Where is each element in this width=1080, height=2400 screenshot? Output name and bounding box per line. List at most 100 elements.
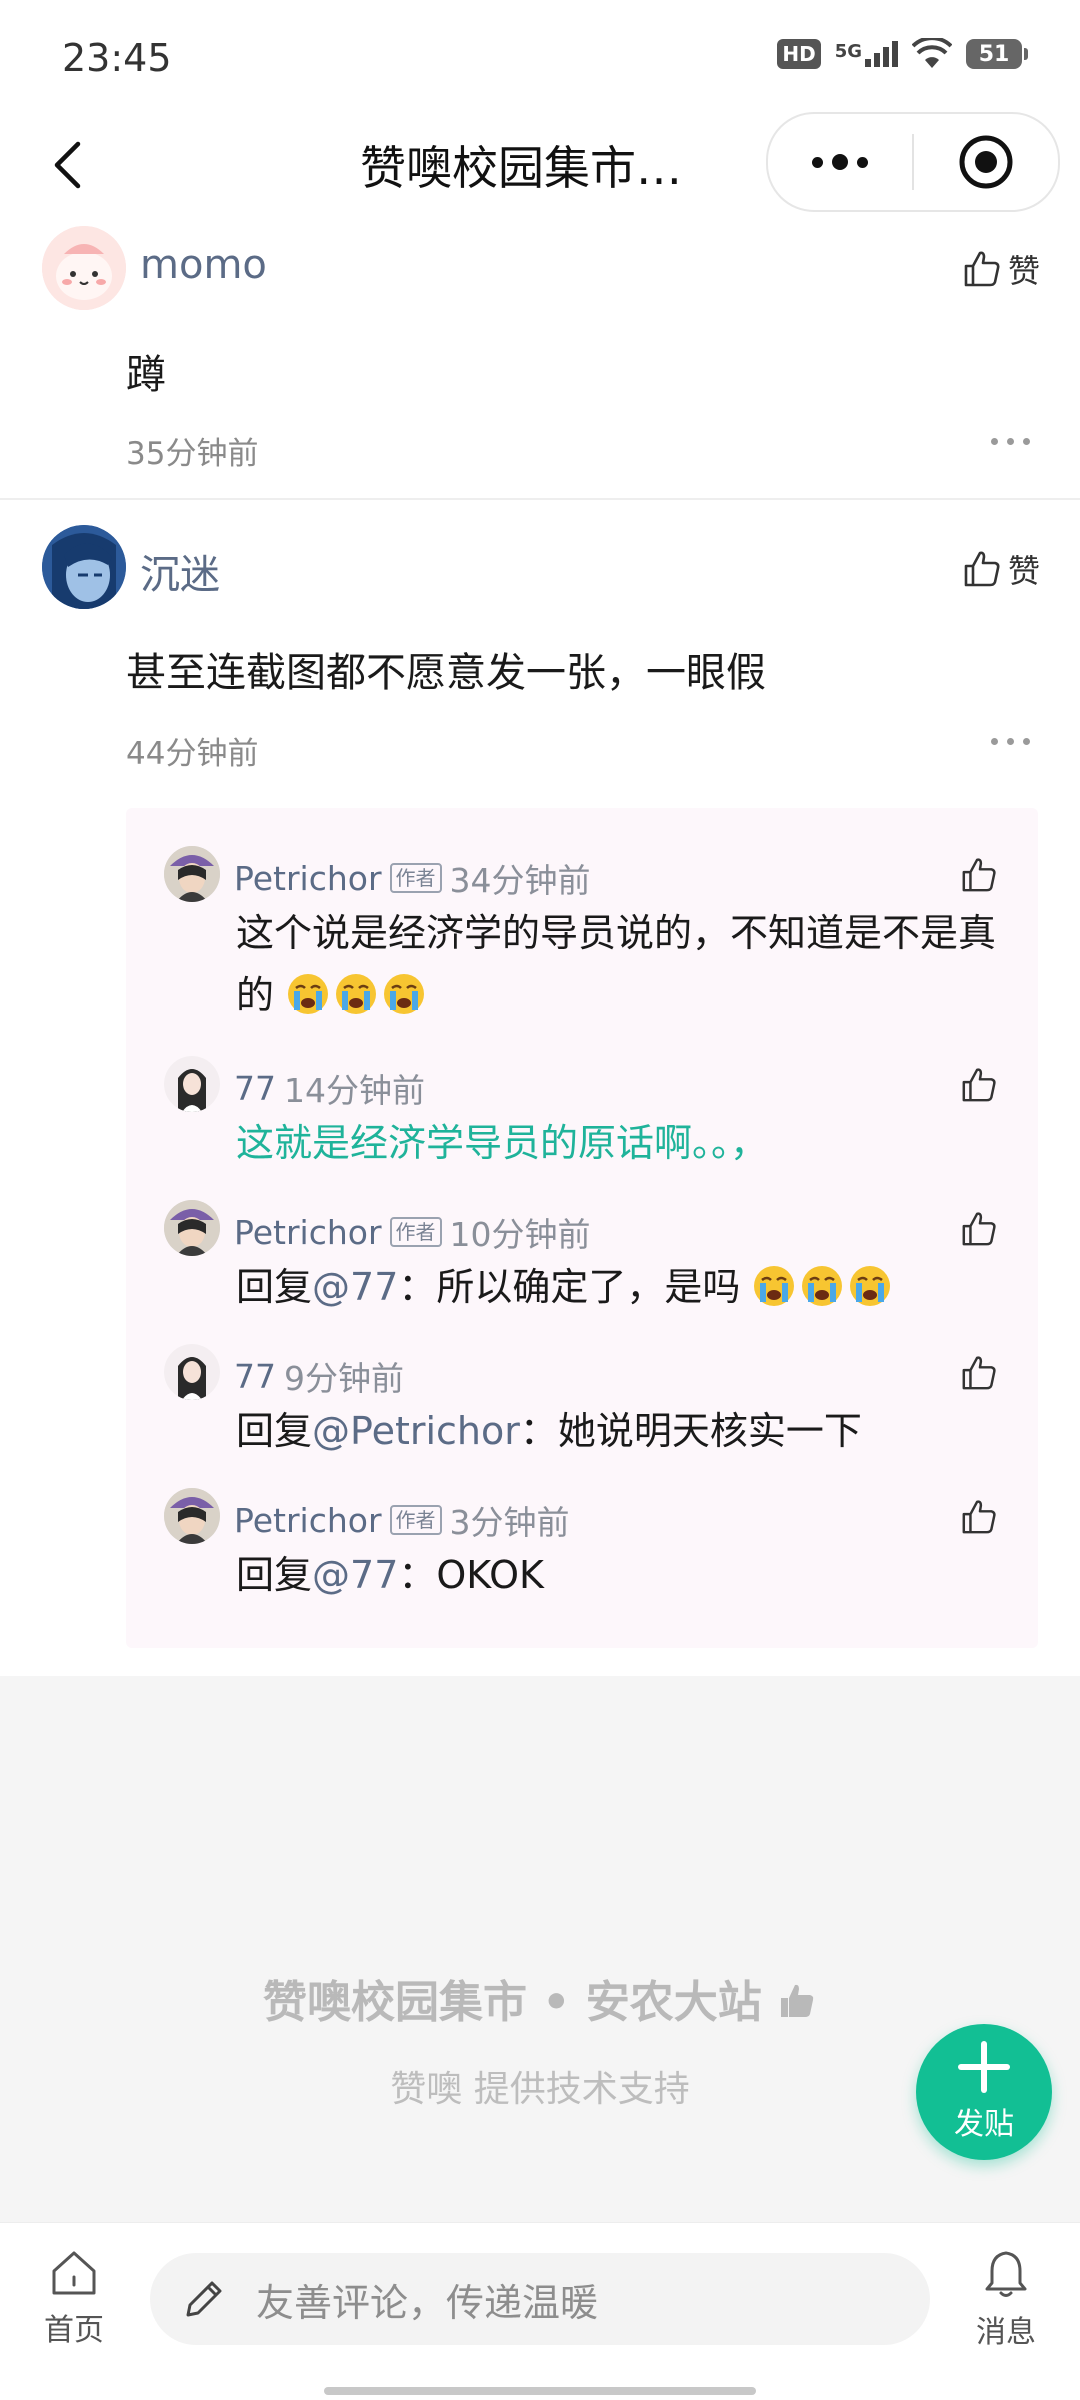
avatar[interactable] — [164, 1488, 220, 1544]
target-close-icon — [959, 135, 1013, 189]
thumb-up-icon — [781, 1984, 814, 2017]
crying-emoji-icon — [384, 974, 425, 1014]
reply-time: 3分钟前 — [449, 1503, 570, 1542]
reply-text-content: ：她说明天核实一下 — [519, 1409, 862, 1453]
more-dots-icon — [991, 738, 998, 745]
reply-prefix: 回复 — [236, 1409, 313, 1453]
comment-input[interactable]: 友善评论，传递温暖 — [150, 2253, 930, 2345]
status-icons: HD 5G 51 — [777, 38, 1028, 70]
like-label: 赞 — [1007, 552, 1040, 590]
crying-emoji-icon — [754, 1266, 795, 1306]
reply-like-button[interactable] — [960, 1210, 998, 1252]
comment-time: 44分钟前 — [126, 736, 259, 772]
network-type: 5G — [834, 41, 862, 62]
reply-text: 这就是经济学导员的原话啊。。， — [236, 1121, 769, 1165]
divider — [0, 498, 1080, 500]
reply-like-button[interactable] — [960, 1498, 998, 1540]
avatar[interactable] — [164, 1344, 220, 1400]
reply-username[interactable]: 77 — [234, 1357, 276, 1396]
reply-username[interactable]: Petrichor — [234, 1501, 382, 1540]
thumb-up-icon — [962, 1500, 996, 1534]
reply-like-button[interactable] — [960, 1066, 998, 1108]
like-label: 赞 — [1007, 252, 1040, 290]
new-post-button[interactable]: 发贴 — [916, 2024, 1052, 2160]
like-button[interactable]: 赞 — [962, 546, 1040, 592]
more-options-button[interactable] — [991, 738, 1030, 745]
avatar[interactable] — [164, 1056, 220, 1112]
reply-username[interactable]: 77 — [234, 1069, 276, 1108]
avatar-image — [42, 525, 126, 609]
bell-icon — [985, 2251, 1027, 2297]
footer-brand-text: 赞噢校园集市 • 安农大站 — [262, 1977, 762, 2028]
reply-username[interactable]: Petrichor — [234, 859, 382, 898]
reply-text: 回复@Petrichor：她说明天核实一下 — [236, 1400, 1006, 1462]
reply-text: 回复@77：OKOK — [236, 1544, 1006, 1606]
status-time: 23:45 — [62, 36, 172, 80]
comment-item: 沉迷 赞 甚至连截图都不愿意发一张，一眼假 44分钟前 — [0, 520, 1080, 800]
page: 23:45 HD 5G 51 赞噢校园集市… momo 赞 蹲 35分钟前 沉迷… — [0, 0, 1080, 2400]
reply-text-content: ：所以确定了，是吗 — [398, 1265, 741, 1309]
mini-program-capsule — [766, 112, 1060, 212]
avatar[interactable] — [164, 846, 220, 902]
avatar-image — [164, 1056, 220, 1112]
more-options-button[interactable] — [991, 438, 1030, 445]
reply-thread: Petrichor 作者 34分钟前 这个说是经济学的导员说的，不知道是不是真的 — [126, 808, 1038, 1648]
username[interactable]: 沉迷 — [140, 542, 220, 600]
avatar[interactable] — [42, 226, 126, 310]
reply-time: 10分钟前 — [449, 1215, 591, 1254]
mention-link[interactable]: @77 — [312, 1553, 398, 1597]
thumb-up-icon — [962, 1212, 996, 1246]
like-button[interactable]: 赞 — [962, 246, 1040, 292]
comment-item: momo 赞 蹲 35分钟前 — [0, 220, 1080, 500]
back-button[interactable] — [32, 130, 102, 200]
reply-item: 77 9分钟前 回复@Petrichor：她说明天核实一下 — [126, 1344, 1038, 1454]
more-dots-icon — [812, 156, 823, 168]
status-bar: 23:45 HD 5G 51 — [0, 0, 1080, 110]
mention-link[interactable]: @77 — [312, 1265, 398, 1309]
wifi-icon — [912, 38, 952, 68]
crying-emoji-icon — [336, 974, 377, 1014]
avatar-image — [164, 1200, 220, 1256]
reply-username[interactable]: Petrichor — [234, 1213, 382, 1252]
signal-icon: 5G — [835, 41, 898, 67]
more-dots-icon — [991, 438, 998, 445]
comment-input-placeholder: 友善评论，传递温暖 — [256, 2280, 599, 2325]
reply-like-button[interactable] — [960, 1354, 998, 1396]
tab-messages[interactable]: 消息 — [956, 2247, 1056, 2351]
crying-emoji-icon — [850, 1266, 891, 1306]
reply-prefix: 回复 — [236, 1553, 313, 1597]
username[interactable]: momo — [140, 242, 267, 288]
avatar-image — [164, 1344, 220, 1400]
thumb-up-icon — [962, 858, 996, 892]
more-button[interactable] — [768, 114, 912, 210]
tab-messages-label: 消息 — [976, 2315, 1036, 2350]
reply-meta: 77 9分钟前 — [234, 1352, 404, 1400]
fab-label: 发贴 — [954, 2107, 1014, 2142]
reply-item: Petrichor 作者 3分钟前 回复@77：OKOK — [126, 1488, 1038, 1598]
tab-home[interactable]: 首页 — [24, 2247, 124, 2349]
reply-text-content: ：OKOK — [398, 1553, 544, 1597]
author-badge: 作者 — [389, 863, 442, 893]
thumb-up-icon — [962, 1068, 996, 1102]
footer-area: 赞噢校园集市 • 安农大站 赞噢 提供技术支持 — [0, 1676, 1080, 2222]
page-title: 赞噢校园集市… — [360, 141, 682, 195]
home-icon — [52, 2251, 96, 2295]
reply-item: 77 14分钟前 这就是经济学导员的原话啊。。， — [126, 1056, 1038, 1166]
close-button[interactable] — [914, 114, 1058, 210]
bottom-bar: 首页 友善评论，传递温暖 消息 — [0, 2222, 1080, 2400]
reply-item: Petrichor 作者 10分钟前 回复@77：所以确定了，是吗 — [126, 1200, 1038, 1310]
reply-text: 这个说是经济学的导员说的，不知道是不是真的 — [236, 902, 1006, 1026]
reply-meta: Petrichor 作者 34分钟前 — [234, 854, 591, 902]
crying-emoji-icon — [286, 973, 430, 1017]
avatar[interactable] — [164, 1200, 220, 1256]
reply-time: 34分钟前 — [449, 861, 591, 900]
author-badge: 作者 — [389, 1217, 442, 1247]
nav-bar: 赞噢校园集市… — [0, 110, 1080, 220]
reply-like-button[interactable] — [960, 856, 998, 898]
mention-link[interactable]: @Petrichor — [312, 1409, 520, 1453]
crying-emoji-icon — [752, 1265, 896, 1309]
avatar[interactable] — [42, 525, 126, 609]
thumb-up-icon — [964, 251, 1000, 287]
author-badge: 作者 — [389, 1505, 442, 1535]
plus-icon — [958, 2041, 1010, 2093]
